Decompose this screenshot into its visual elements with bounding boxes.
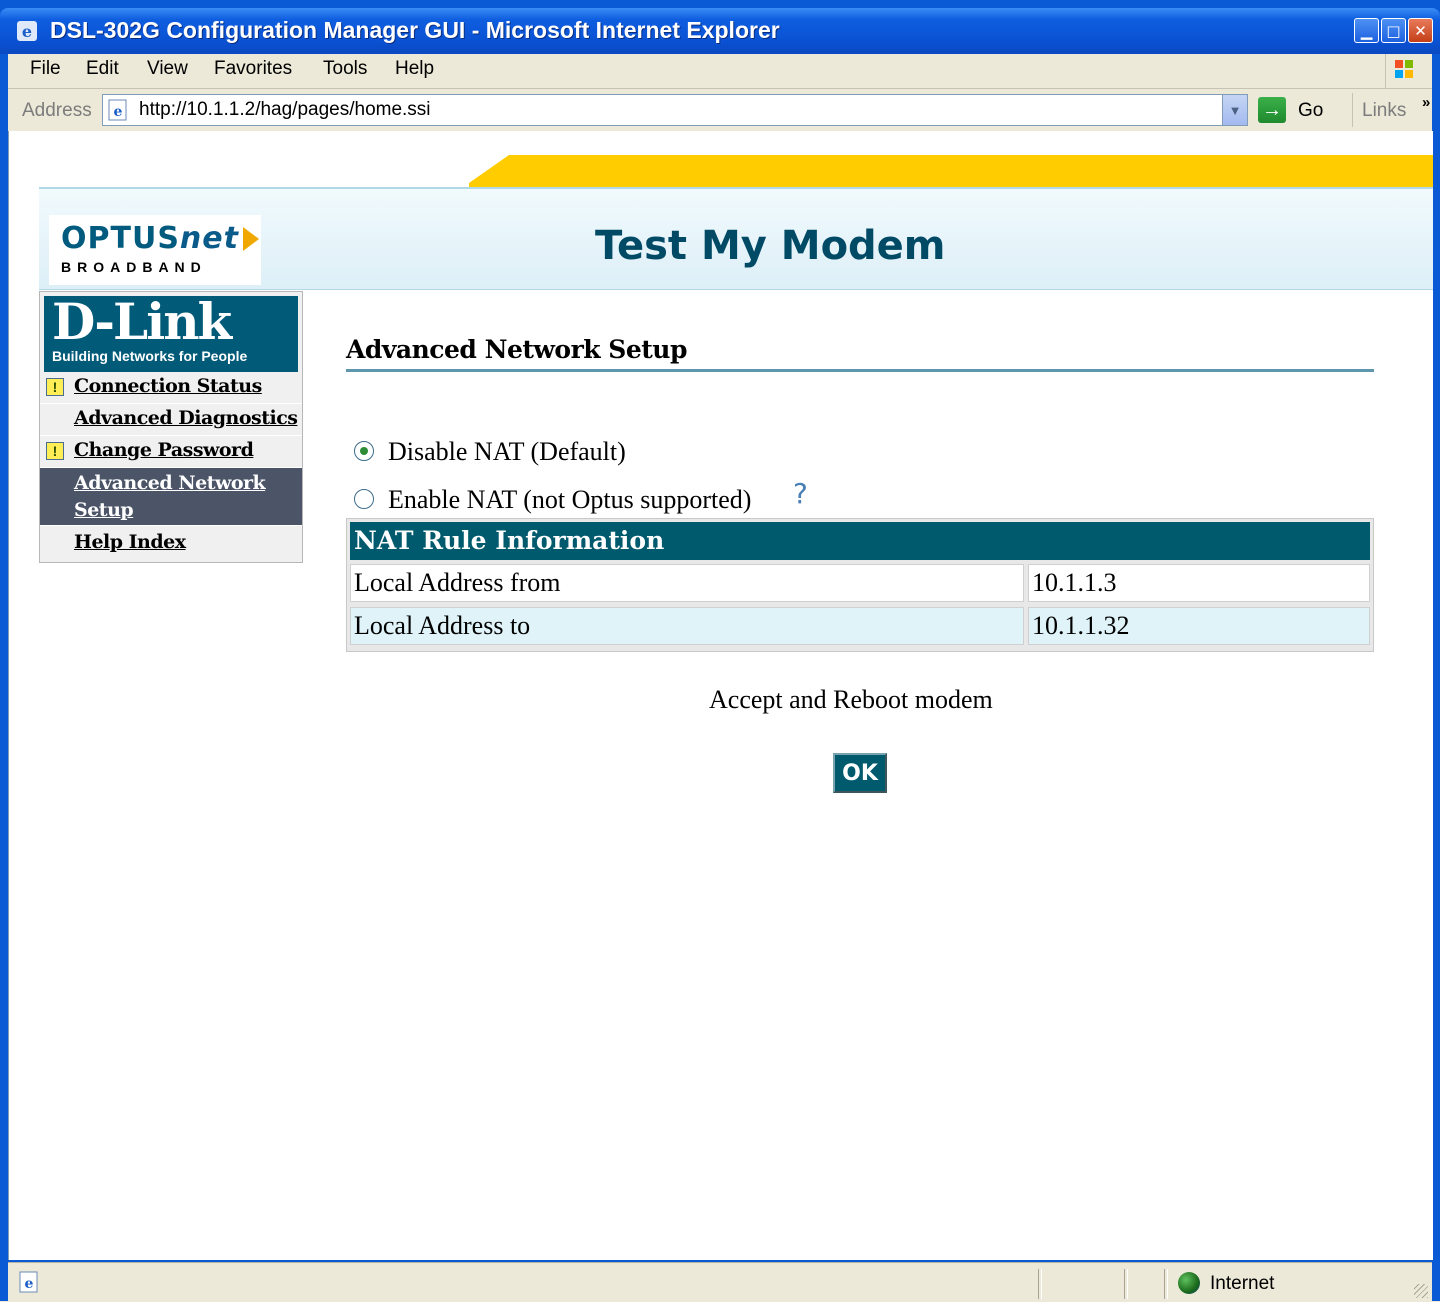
go-arrow-icon: → [1262,98,1282,121]
menu-view[interactable]: View [147,58,188,80]
address-bar: Address e http://10.1.1.2/hag/pages/home… [8,89,1432,132]
menu-edit[interactable]: Edit [86,58,119,80]
table-cell-label: Local Address from [350,564,1024,602]
sidebar-link-advanced-diagnostics[interactable]: Advanced Diagnostics [74,407,298,429]
windows-logo-icon [1385,54,1413,88]
toolbar-separator [1352,93,1353,127]
radio-enable-nat[interactable] [354,489,374,509]
minimize-icon: ▁ [1360,21,1373,40]
sidebar-link-connection-status[interactable]: Connection Status [74,375,262,397]
optus-swoosh-icon [243,227,259,251]
dlink-logo-text: D-Link [52,292,232,351]
go-label[interactable]: Go [1298,100,1323,122]
page-content: OPTUSnet BROADBAND Test My Modem D-Link … [8,131,1433,1260]
status-separator [1124,1269,1128,1299]
radio-label-disable-nat: Disable NAT (Default) [388,437,626,466]
dlink-logo: D-Link Building Networks for People [44,292,298,372]
radio-disable-nat[interactable] [354,441,374,461]
title-bar[interactable]: e DSL-302G Configuration Manager GUI - M… [0,8,1440,54]
ok-button[interactable]: OK [833,753,887,793]
maximize-button[interactable]: □ [1381,18,1406,43]
table-cell-label: Local Address to [350,607,1024,645]
page-icon: e [108,99,127,121]
table-cell-value: 10.1.1.3 [1028,564,1370,602]
help-icon[interactable]: ? [793,477,808,510]
ie-icon: e [17,21,37,41]
menu-bar: File Edit View Favorites Tools Help [8,54,1432,89]
nat-rule-table: NAT Rule Information Local Address from … [346,518,1374,652]
sidebar-item-help-index: Help Index [40,528,302,560]
menu-help[interactable]: Help [395,58,434,80]
internet-globe-icon [1178,1272,1200,1294]
svg-text:e: e [25,1276,34,1292]
page-status-icon: e [19,1271,38,1293]
sidebar-nav: D-Link Building Networks for People ! Co… [39,291,303,563]
optus-logo: OPTUSnet BROADBAND [49,215,261,285]
menu-tools[interactable]: Tools [323,58,367,80]
svg-text:e: e [22,22,32,41]
address-input[interactable]: e http://10.1.1.2/hag/pages/home.ssi ▼ [102,94,1248,126]
nat-table-title: NAT Rule Information [354,526,665,555]
optus-logo-subtext: BROADBAND [61,259,207,275]
status-separator [1038,1269,1042,1299]
security-zone-label: Internet [1210,1273,1275,1294]
sidebar-link-advanced-network-setup[interactable]: Advanced Network Setup [74,470,294,524]
minimize-button[interactable]: ▁ [1354,18,1379,43]
svg-text:e: e [114,104,123,120]
sidebar-link-change-password[interactable]: Change Password [74,439,254,461]
sidebar-item-connection-status: ! Connection Status [40,372,302,404]
status-separator [1164,1269,1168,1299]
table-cell-value: 10.1.1.32 [1028,607,1370,645]
status-bar: e Internet [8,1262,1432,1302]
nat-table-header: NAT Rule Information [350,522,1370,560]
sidebar-item-change-password: ! Change Password [40,436,302,468]
menu-favorites[interactable]: Favorites [214,58,292,80]
resize-grip-icon[interactable] [1414,1284,1428,1298]
section-title: Advanced Network Setup [346,335,687,364]
radio-label-enable-nat: Enable NAT (not Optus supported) [388,485,752,514]
optus-logo-net: net [179,221,239,256]
page-heading: Test My Modem [595,223,946,269]
browser-window: e DSL-302G Configuration Manager GUI - M… [0,0,1440,1302]
address-dropdown-button[interactable]: ▼ [1222,95,1247,125]
links-chevron-icon[interactable]: » [1422,94,1430,111]
close-button[interactable]: ✕ [1408,18,1433,43]
maximize-icon: □ [1386,21,1401,40]
sidebar-item-advanced-diagnostics: Advanced Diagnostics [40,404,302,436]
close-icon: ✕ [1414,21,1427,40]
section-divider [346,369,1374,372]
menu-file[interactable]: File [30,58,61,80]
dlink-logo-tagline: Building Networks for People [52,348,248,364]
address-url: http://10.1.1.2/hag/pages/home.ssi [139,99,431,120]
chevron-down-icon: ▼ [1228,102,1242,118]
window-title: DSL-302G Configuration Manager GUI - Mic… [50,17,780,43]
sidebar-link-help-index[interactable]: Help Index [74,531,186,553]
go-button[interactable]: → [1258,97,1286,123]
sidebar-item-advanced-network-setup: Advanced Network Setup [40,468,302,526]
accept-reboot-text: Accept and Reboot modem [709,685,993,714]
warning-icon: ! [46,378,64,396]
links-label[interactable]: Links [1362,100,1406,122]
warning-icon: ! [46,442,64,460]
address-label: Address [22,100,92,121]
optus-logo-text: OPTUS [61,221,180,256]
